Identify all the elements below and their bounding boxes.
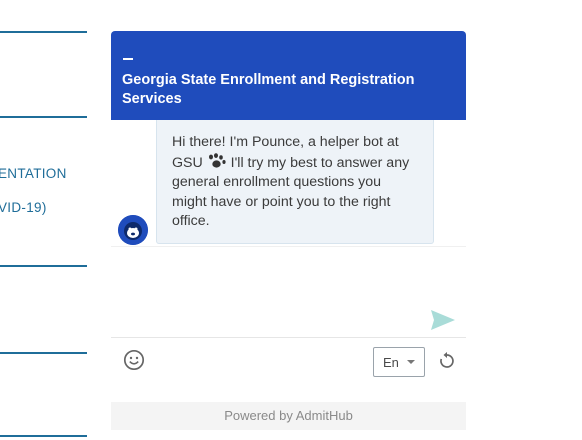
pounce-avatar-icon [118,215,148,245]
chevron-down-icon [407,360,415,364]
message-text: office. [172,213,210,230]
divider-line [0,435,87,437]
message-text: general enrollment questions you [172,174,382,191]
refresh-icon[interactable] [437,351,457,371]
language-value: En [383,355,399,370]
chat-transcript: Hi there! I'm Pounce, a helper bot at GS… [111,120,466,246]
powered-by-footer[interactable]: Powered by AdmitHub [111,402,466,430]
orientation-link[interactable]: ENTATION [0,166,67,181]
chat-widget: Georgia State Enrollment and Registratio… [111,31,466,430]
message-text: might have or point you to the right [172,193,391,210]
bot-message-bubble: Hi there! I'm Pounce, a helper bot at GS… [156,120,434,244]
divider-line [0,352,87,354]
divider-line [0,265,87,267]
emoji-icon[interactable] [123,349,145,371]
covid-link[interactable]: VID-19) [0,200,47,215]
divider-line [0,116,87,118]
send-icon[interactable] [430,308,456,332]
message-text: GSU [172,154,203,171]
message-text: Hi there! I'm Pounce, a helper bot at [172,134,399,150]
paw-icon [208,152,226,168]
message-text: I'll try my best to answer any [226,154,410,171]
minimize-icon[interactable] [123,58,133,60]
language-select[interactable]: En [373,347,425,377]
divider-line [0,31,87,33]
chat-header: Georgia State Enrollment and Registratio… [111,31,466,120]
chat-title: Georgia State Enrollment and Registratio… [122,72,415,107]
chat-toolbar: En [111,337,466,397]
divider-line [111,246,466,247]
